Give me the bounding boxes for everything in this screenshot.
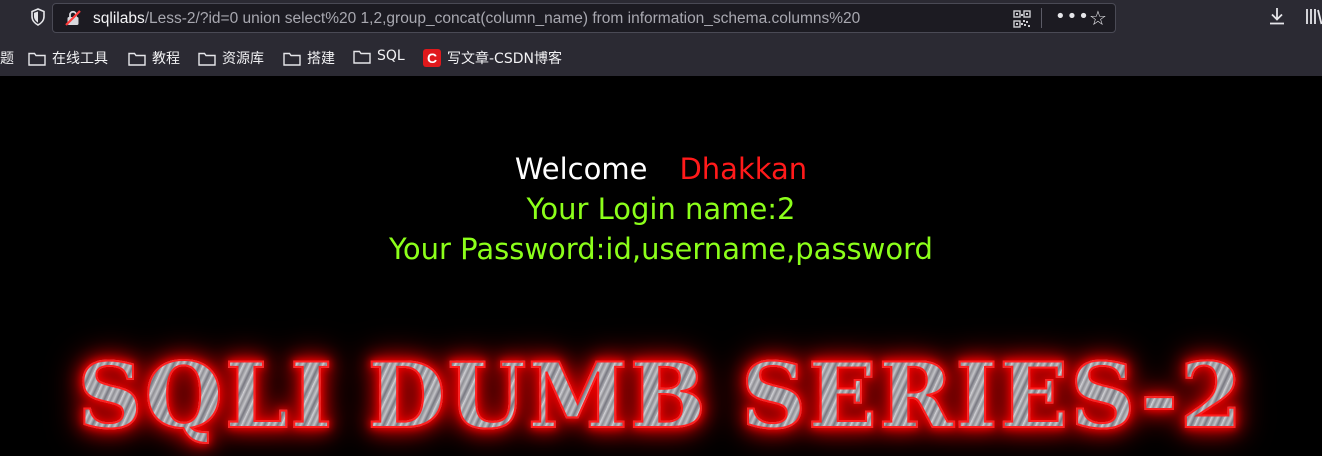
- qr-code-icon[interactable]: [1013, 10, 1031, 28]
- bookmark-folder-tutorials[interactable]: 教程: [128, 48, 180, 68]
- page-actions-menu-icon[interactable]: •••: [1055, 6, 1090, 27]
- bookmark-folder-online-tools[interactable]: 在线工具: [28, 48, 108, 68]
- user-name: Dhakkan: [679, 152, 808, 186]
- bookmark-star-icon[interactable]: ☆: [1089, 6, 1107, 30]
- password-result: Your Password:id,username,password: [389, 232, 933, 266]
- bookmark-label: SQL: [377, 48, 405, 64]
- bookmark-label: 写文章-CSDN博客: [447, 51, 562, 67]
- tracking-protection-shield-icon[interactable]: [30, 8, 46, 26]
- url-host: sqlilabs: [93, 10, 145, 27]
- login-name-result: Your Login name:2: [526, 192, 796, 226]
- welcome-line: Welcome Dhakkan: [0, 152, 1322, 186]
- bookmark-label: 资源库: [222, 51, 264, 67]
- folder-icon: [353, 50, 371, 64]
- bookmarks-toolbar: 题 在线工具 教程 资源库 搭建 SQL C 写文章-CSDN博客: [0, 40, 1322, 76]
- folder-icon: [198, 52, 216, 66]
- series-banner-logo: SQLI DUMB SERIES-2: [0, 345, 1322, 447]
- welcome-text: Welcome: [514, 152, 648, 186]
- bookmark-label: 搭建: [307, 51, 335, 67]
- browser-toolbar: sqlilabs/Less-2/?id=0 union select%20 1,…: [0, 0, 1322, 38]
- url-text[interactable]: sqlilabs/Less-2/?id=0 union select%20 1,…: [93, 10, 1023, 28]
- folder-icon: [283, 52, 301, 66]
- csdn-icon: C: [423, 49, 441, 67]
- download-icon[interactable]: [1268, 6, 1286, 26]
- insecure-lock-icon[interactable]: [65, 10, 81, 26]
- urlbar-separator: [1041, 8, 1042, 28]
- bookmark-label: 题: [0, 51, 14, 67]
- bookmark-folder-setup[interactable]: 搭建: [283, 48, 335, 68]
- url-path: /Less-2/?id=0 union select%20 1,2,group_…: [144, 10, 861, 27]
- browser-chrome: sqlilabs/Less-2/?id=0 union select%20 1,…: [0, 0, 1322, 76]
- folder-icon: [128, 52, 146, 66]
- page-content: Welcome Dhakkan Your Login name:2 Your Pa…: [0, 76, 1322, 456]
- bookmark-label: 在线工具: [52, 51, 108, 67]
- folder-icon: [28, 52, 46, 66]
- address-bar[interactable]: sqlilabs/Less-2/?id=0 union select%20 1,…: [52, 3, 1116, 33]
- bookmark-folder-resources[interactable]: 资源库: [198, 48, 264, 68]
- bookmark-csdn-write-article[interactable]: C 写文章-CSDN博客: [423, 48, 562, 68]
- library-icon[interactable]: [1305, 7, 1322, 25]
- bookmark-label: 教程: [152, 51, 180, 67]
- bookmark-folder-sql[interactable]: SQL: [353, 48, 405, 64]
- bookmark-item[interactable]: 题: [0, 48, 14, 68]
